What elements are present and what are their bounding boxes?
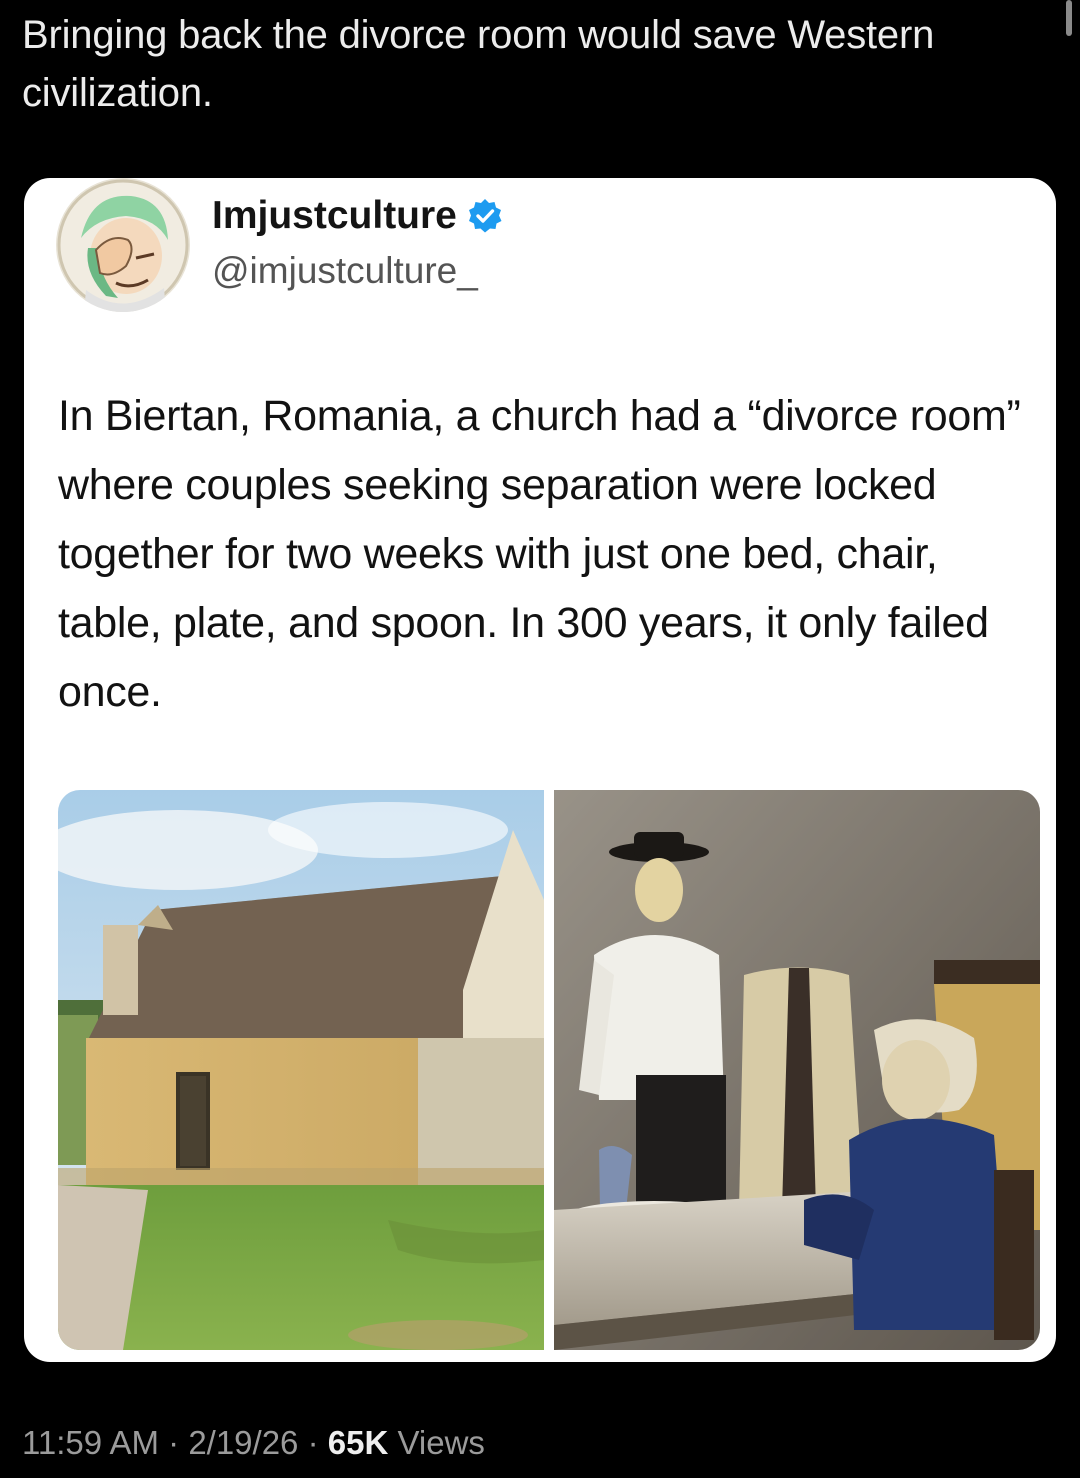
quoted-tweet-card[interactable]: Imjustculture @imjustculture_ In Biertan… — [24, 178, 1056, 1362]
scrollbar[interactable] — [1066, 0, 1072, 36]
quoted-tweet-text: In Biertan, Romania, a church had a “div… — [58, 392, 1021, 716]
post-text: Bringing back the divorce room would sav… — [22, 13, 935, 115]
author-name-row[interactable]: Imjustculture — [212, 194, 503, 238]
tweet-time[interactable]: 11:59 AM — [22, 1424, 159, 1461]
meta-separator: · — [158, 1424, 189, 1461]
tweet-meta: 11:59 AM · 2/19/26 · 65K Views — [22, 1424, 485, 1462]
photo-grid — [58, 790, 1040, 1350]
meta-separator: · — [298, 1424, 328, 1461]
verified-badge-icon — [467, 198, 503, 234]
tweet-date[interactable]: 2/19/26 — [188, 1424, 298, 1461]
avatar[interactable] — [56, 178, 190, 312]
mannequins-interior-photo[interactable] — [554, 790, 1040, 1350]
avatar-image — [56, 178, 190, 312]
views-label: Views — [388, 1424, 485, 1461]
author-name[interactable]: Imjustculture — [212, 194, 457, 238]
views-count[interactable]: 65K — [328, 1424, 389, 1461]
stone-house-photo[interactable] — [58, 790, 544, 1350]
author-handle[interactable]: @imjustculture_ — [212, 250, 478, 292]
